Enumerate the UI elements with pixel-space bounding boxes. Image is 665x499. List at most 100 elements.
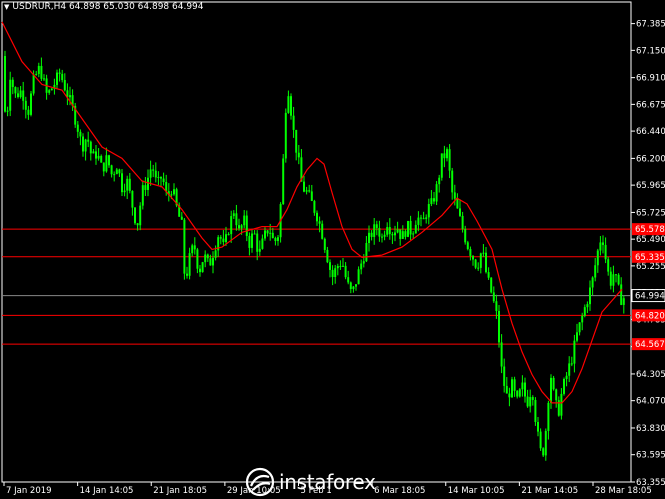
candle-body xyxy=(427,204,430,218)
candle-body xyxy=(199,268,201,273)
candle-body xyxy=(336,266,339,269)
dropdown-triangle-icon[interactable]: ▼ xyxy=(4,3,9,11)
time-tick-label: 28 Mar 18:05 xyxy=(595,486,652,496)
candle-body xyxy=(48,90,51,93)
instaforex-logo: instaforex xyxy=(245,466,385,498)
candle-body xyxy=(89,141,92,154)
candle-body xyxy=(505,385,508,394)
candle-body xyxy=(308,190,311,192)
candle-body xyxy=(183,219,186,274)
candle-body xyxy=(63,80,66,91)
candle-body xyxy=(570,363,573,365)
time-tick-label: 14 Jan 14:05 xyxy=(80,486,134,496)
candle-body xyxy=(303,181,305,192)
candle-body xyxy=(373,224,376,237)
candle-body xyxy=(14,87,17,94)
candle-body xyxy=(526,396,529,407)
candle-body xyxy=(82,136,84,152)
candle-body xyxy=(131,190,134,208)
candle-body xyxy=(128,178,131,191)
candle-body xyxy=(227,234,230,236)
candle-body xyxy=(149,169,152,178)
candle-body xyxy=(264,230,266,239)
candle-body xyxy=(35,73,38,75)
price-tick-label: 63.830 xyxy=(636,424,665,434)
candle-body xyxy=(479,253,482,268)
candle-body xyxy=(235,213,238,226)
candle-body xyxy=(232,213,235,217)
candle-body xyxy=(219,237,222,239)
candle-body xyxy=(277,237,279,242)
candle-body xyxy=(500,342,503,367)
candle-body xyxy=(258,248,261,252)
candle-body xyxy=(245,215,248,236)
candle-body xyxy=(440,153,443,178)
candle-body xyxy=(433,198,435,202)
candle-body xyxy=(180,216,183,220)
candle-body xyxy=(583,307,586,316)
price-tick-label: 66.200 xyxy=(636,154,665,164)
candle-body xyxy=(404,231,407,237)
candle-body xyxy=(347,277,350,283)
candle-body xyxy=(43,78,45,80)
candle-body xyxy=(139,205,142,226)
candle-body xyxy=(313,200,316,213)
candle-body xyxy=(269,232,272,234)
price-level-label: 64.567 xyxy=(635,340,665,350)
candle-body xyxy=(334,268,337,278)
candle-body xyxy=(555,389,558,401)
candle-body xyxy=(446,149,448,159)
candle-body xyxy=(547,402,550,431)
candle-body xyxy=(490,277,493,293)
candle-body xyxy=(448,149,451,171)
candle-body xyxy=(323,238,326,250)
moving-average-line xyxy=(1,21,623,404)
candle-body xyxy=(531,397,534,400)
candle-body xyxy=(370,232,373,237)
candle-body xyxy=(310,191,313,201)
candle-body xyxy=(97,155,100,159)
candle-body xyxy=(6,110,9,112)
candle-body xyxy=(383,234,386,237)
candle-body xyxy=(394,232,396,236)
candle-body xyxy=(412,233,415,235)
candle-body xyxy=(472,255,474,260)
price-chart[interactable]: 67.385 67.150 66.910 66.675 66.440 66.200 65.9… xyxy=(0,0,665,499)
candle-body xyxy=(204,254,207,263)
candle-body xyxy=(9,79,12,111)
candle-body xyxy=(126,178,129,191)
candle-body xyxy=(17,93,19,98)
candle-body xyxy=(355,284,357,287)
candle-body xyxy=(87,139,90,142)
candle-body xyxy=(607,259,610,272)
candle-body xyxy=(464,229,467,243)
candle-body xyxy=(453,192,456,199)
price-level-label: 65.335 xyxy=(635,253,665,263)
candle-body xyxy=(357,269,360,285)
candle-body xyxy=(422,218,425,220)
candle-body xyxy=(430,198,433,205)
candle-body xyxy=(157,176,160,178)
price-tick-label: 67.385 xyxy=(636,20,665,30)
candle-body xyxy=(396,229,399,233)
candle-body xyxy=(121,173,123,193)
candle-body xyxy=(37,65,40,74)
candle-body xyxy=(92,151,95,154)
candle-body xyxy=(191,245,194,254)
candle-body xyxy=(368,232,370,244)
candle-body xyxy=(282,158,285,205)
candle-body xyxy=(342,265,344,267)
candle-body xyxy=(349,282,352,290)
candle-body xyxy=(105,155,108,172)
candle-body xyxy=(50,88,53,91)
candle-body xyxy=(360,263,363,270)
candle-body xyxy=(388,227,391,235)
candle-body xyxy=(222,238,225,243)
candle-body xyxy=(61,73,64,81)
candle-body xyxy=(212,257,214,266)
candle-body xyxy=(4,56,6,112)
current-price-label: 64.994 xyxy=(635,292,665,302)
candle-body xyxy=(118,169,121,174)
candle-body xyxy=(186,273,188,276)
candle-body xyxy=(521,382,524,390)
